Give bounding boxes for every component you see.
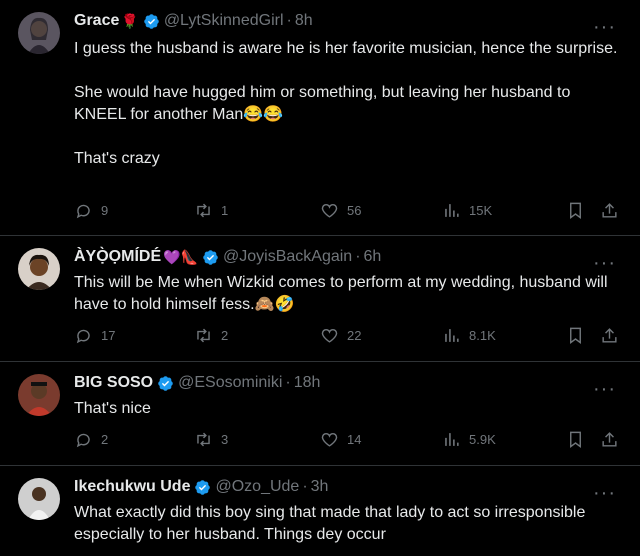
views-button[interactable]: 8.1K xyxy=(442,326,496,345)
retweet-icon xyxy=(197,432,210,447)
handle[interactable]: @JoyisBackAgain xyxy=(223,248,352,266)
like-icon xyxy=(321,203,338,218)
like-button[interactable]: 56 xyxy=(320,201,361,220)
handle[interactable]: @LytSkinnedGirl xyxy=(164,12,284,30)
like-count: 56 xyxy=(347,203,362,218)
reply-button[interactable]: 2 xyxy=(74,430,108,449)
tweet-header: BIG SOSO @ESosominiki · 18h xyxy=(74,374,320,392)
tweet[interactable]: BIG SOSO @ESosominiki · 18h ··· That's n… xyxy=(0,362,640,466)
bookmark-icon xyxy=(570,202,581,220)
retweet-count: 1 xyxy=(221,203,229,218)
share-button[interactable] xyxy=(600,201,627,220)
avatar[interactable] xyxy=(18,248,60,290)
timestamp[interactable]: 18h xyxy=(294,374,321,392)
action-bar: 2 3 14 5.9K xyxy=(74,430,626,452)
bookmark-icon xyxy=(570,327,581,345)
like-count: 22 xyxy=(347,328,362,343)
tweet[interactable]: Grace 🌹 @LytSkinnedGirl · 8h ··· I guess… xyxy=(0,0,640,236)
display-name[interactable]: Ikechukwu Ude xyxy=(74,478,190,496)
tweet-paragraph: This will be Me when Wizkid comes to per… xyxy=(74,274,608,313)
views-icon xyxy=(445,433,459,446)
like-icon xyxy=(321,328,338,343)
tweet-header: Grace 🌹 @LytSkinnedGirl · 8h xyxy=(74,12,313,30)
tweet-paragraph: What exactly did this boy sing that made… xyxy=(74,504,586,543)
action-bar: 9 1 56 15K xyxy=(74,201,626,223)
separator: · xyxy=(286,12,292,29)
avatar[interactable] xyxy=(18,12,60,54)
reply-icon xyxy=(76,204,90,219)
display-name[interactable]: ÀYỌ̀ỌMÍDÉ xyxy=(74,248,161,266)
like-icon xyxy=(321,432,338,447)
verified-badge-icon xyxy=(195,479,211,495)
like-button[interactable]: 22 xyxy=(320,326,361,345)
retweet-icon xyxy=(197,328,210,343)
views-count: 5.9K xyxy=(469,432,496,447)
tweet-header: ÀYỌ̀ỌMÍDÉ 💜👠 @JoyisBackAgain · 6h xyxy=(74,248,381,266)
reply-button[interactable]: 9 xyxy=(74,201,108,220)
share-icon xyxy=(602,203,617,218)
share-button[interactable] xyxy=(600,430,627,449)
handle[interactable]: @Ozo_Ude xyxy=(215,478,299,496)
retweet-button[interactable]: 1 xyxy=(194,201,228,220)
retweet-count: 3 xyxy=(221,432,229,447)
reply-icon xyxy=(76,329,90,344)
tweet-header: Ikechukwu Ude @Ozo_Ude · 3h xyxy=(74,478,328,496)
more-icon[interactable]: ··· xyxy=(593,253,616,273)
reply-icon xyxy=(76,433,90,448)
views-icon xyxy=(445,204,459,217)
more-icon[interactable]: ··· xyxy=(593,483,616,503)
views-count: 8.1K xyxy=(469,328,496,343)
tweet-text: That's nice xyxy=(74,398,626,420)
display-name[interactable]: BIG SOSO xyxy=(74,374,153,392)
tweet-text: I guess the husband is aware he is her f… xyxy=(74,38,626,170)
reply-button[interactable]: 17 xyxy=(74,326,115,345)
handle[interactable]: @ESosominiki xyxy=(178,374,282,392)
verified-badge-icon xyxy=(203,249,218,265)
retweet-button[interactable]: 3 xyxy=(194,430,228,449)
separator: · xyxy=(302,478,308,495)
more-icon[interactable]: ··· xyxy=(593,17,616,37)
reply-count: 2 xyxy=(101,432,109,447)
views-button[interactable]: 15K xyxy=(442,201,492,220)
action-bar: 17 2 22 8.1K xyxy=(74,326,626,348)
avatar[interactable] xyxy=(18,478,60,520)
tweet-paragraph: That's nice xyxy=(74,400,151,417)
like-count: 14 xyxy=(347,432,362,447)
tweet[interactable]: Ikechukwu Ude @Ozo_Ude · 3h ··· What exa… xyxy=(0,466,640,556)
share-icon xyxy=(602,432,617,447)
retweet-button[interactable]: 2 xyxy=(194,326,228,345)
views-button[interactable]: 5.9K xyxy=(442,430,496,449)
bookmark-button[interactable] xyxy=(566,201,593,220)
tweet-paragraph: I guess the husband is aware he is her f… xyxy=(74,40,618,57)
views-icon xyxy=(445,329,459,342)
verified-badge-icon xyxy=(158,375,173,391)
name-emoji: 🌹 xyxy=(121,12,139,29)
separator: · xyxy=(285,374,291,391)
tweet-text: This will be Me when Wizkid comes to per… xyxy=(74,272,626,316)
reply-count: 17 xyxy=(101,328,116,343)
share-icon xyxy=(602,328,617,343)
bookmark-button[interactable] xyxy=(566,430,593,449)
retweet-count: 2 xyxy=(221,328,229,343)
timestamp[interactable]: 6h xyxy=(364,248,382,266)
avatar[interactable] xyxy=(18,374,60,416)
verified-badge-icon xyxy=(144,13,159,29)
separator: · xyxy=(355,248,361,265)
timestamp[interactable]: 3h xyxy=(311,478,329,496)
timestamp[interactable]: 8h xyxy=(295,12,313,30)
share-button[interactable] xyxy=(600,326,627,345)
tweet-paragraph: That's crazy xyxy=(74,150,160,167)
bookmark-icon xyxy=(570,431,581,449)
bookmark-button[interactable] xyxy=(566,326,593,345)
like-button[interactable]: 14 xyxy=(320,430,361,449)
more-icon[interactable]: ··· xyxy=(593,379,616,399)
name-emoji: 💜👠 xyxy=(163,248,198,265)
retweet-icon xyxy=(197,203,210,218)
tweet[interactable]: ÀYỌ̀ỌMÍDÉ 💜👠 @JoyisBackAgain · 6h ··· Th… xyxy=(0,236,640,362)
tweet-paragraph: She would have hugged him or something, … xyxy=(74,84,571,123)
reply-count: 9 xyxy=(101,203,109,218)
tweet-text: What exactly did this boy sing that made… xyxy=(74,502,626,546)
display-name[interactable]: Grace xyxy=(74,12,119,30)
views-count: 15K xyxy=(469,203,493,218)
